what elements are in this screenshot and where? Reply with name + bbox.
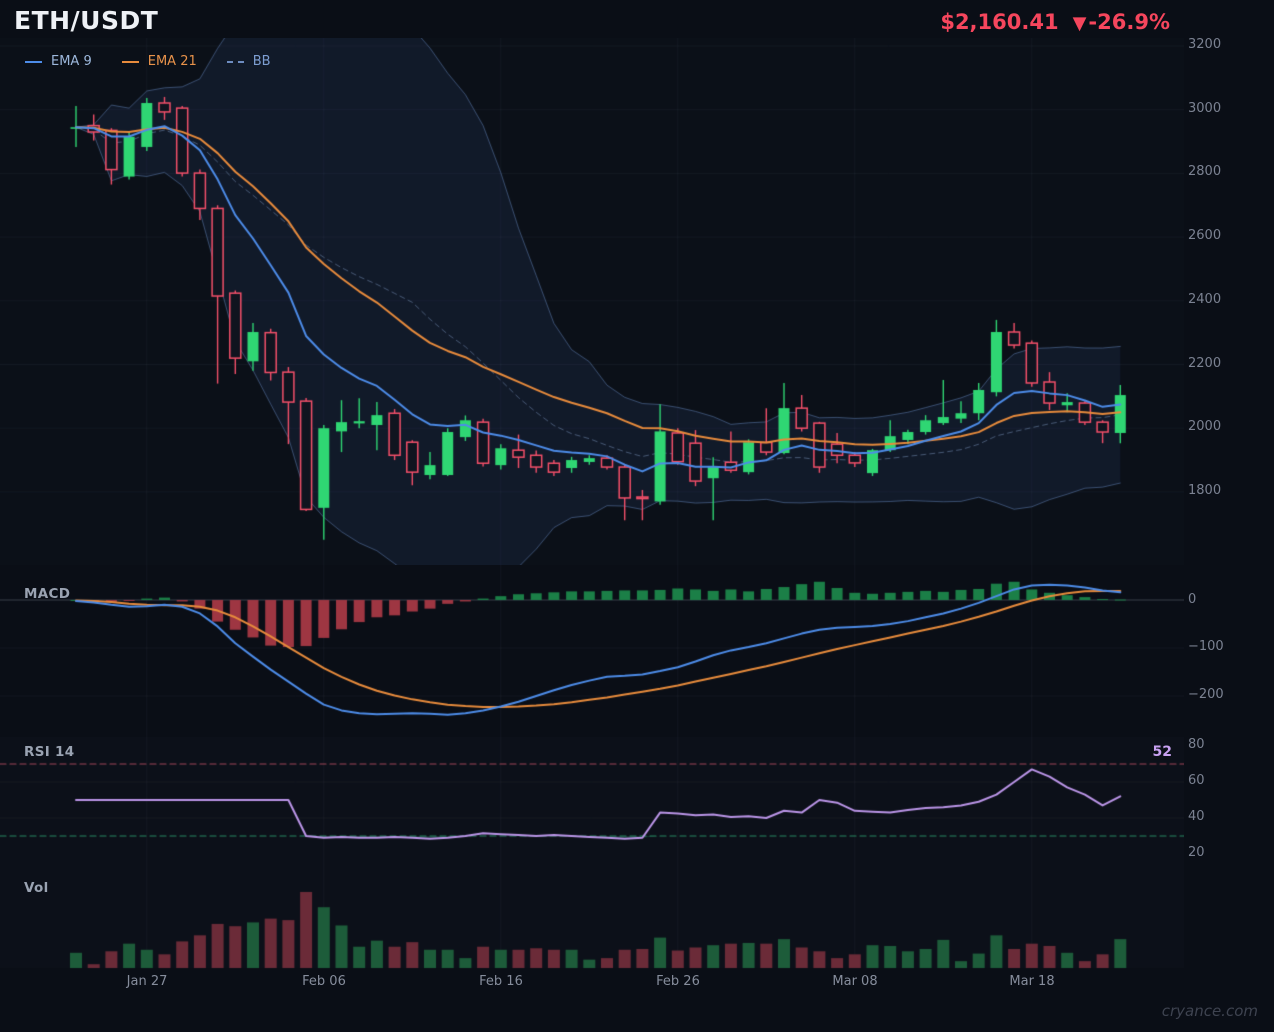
legend-label: EMA 9 (51, 54, 92, 69)
chart-legend: EMA 9 EMA 21 BB (25, 54, 271, 69)
price-axis-tick: 3000 (1188, 101, 1222, 116)
macd-axis-tick: −100 (1188, 639, 1224, 654)
price-axis-tick: 2400 (1188, 292, 1222, 307)
price-ticker: $2,160.41 ▼-26.9% (940, 10, 1170, 34)
rsi-value-badge: 52 (1152, 744, 1172, 760)
trading-chart-app: ETH/USDT $2,160.41 ▼-26.9% EMA 9 EMA 21 B… (0, 0, 1274, 1032)
price-axis-tick: 2000 (1188, 419, 1222, 434)
rsi-chart-canvas[interactable] (0, 737, 1184, 868)
legend-label: EMA 21 (147, 54, 197, 69)
last-price: $2,160.41 (940, 10, 1059, 34)
page-title: ETH/USDT (14, 6, 159, 35)
watermark: cryance.com (1161, 1002, 1258, 1020)
macd-chart-canvas[interactable] (0, 565, 1184, 737)
down-arrow-icon: ▼ (1072, 13, 1087, 34)
legend-item-ema21[interactable]: EMA 21 (121, 54, 197, 69)
date-axis-tick: Feb 16 (479, 974, 523, 989)
rsi-panel-label: RSI 14 (24, 744, 75, 760)
price-axis-tick: 2200 (1188, 356, 1222, 371)
vol-panel-label: Vol (24, 880, 49, 896)
ema21-line-swatch-icon (121, 60, 139, 63)
macd-axis-tick: 0 (1188, 592, 1197, 607)
macd-panel-label: MACD (24, 586, 71, 602)
bb-dashed-swatch-icon (226, 60, 244, 63)
macd-axis-tick: −200 (1188, 687, 1224, 702)
price-axis-tick: 1800 (1188, 483, 1222, 498)
rsi-axis-tick: 20 (1188, 845, 1205, 860)
price-axis-tick: 3200 (1188, 37, 1222, 52)
volume-chart-canvas[interactable] (0, 868, 1184, 972)
date-axis-tick: Feb 06 (302, 974, 346, 989)
rsi-axis-tick: 80 (1188, 737, 1205, 752)
date-axis-tick: Mar 18 (1009, 974, 1055, 989)
price-axis-tick: 2600 (1188, 228, 1222, 243)
date-axis-tick: Feb 26 (656, 974, 700, 989)
legend-label: BB (252, 54, 271, 69)
ema9-line-swatch-icon (25, 60, 42, 63)
rsi-axis-tick: 60 (1188, 773, 1205, 788)
legend-item-ema9[interactable]: EMA 9 (25, 54, 92, 69)
date-axis-tick: Jan 27 (126, 974, 168, 989)
price-axis-tick: 2800 (1188, 164, 1222, 179)
price-change: -26.9% (1088, 10, 1170, 34)
price-chart-canvas[interactable] (0, 38, 1184, 565)
legend-item-bb[interactable]: BB (226, 54, 271, 69)
date-axis-tick: Mar 08 (832, 974, 878, 989)
rsi-axis-tick: 40 (1188, 809, 1205, 824)
